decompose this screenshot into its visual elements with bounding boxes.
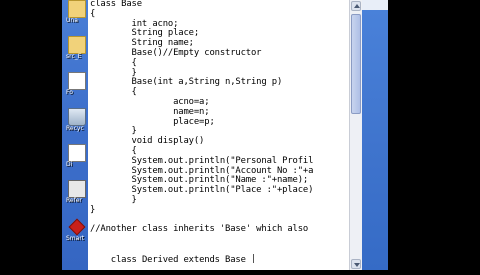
scrollbar-thumb[interactable] [351, 14, 361, 114]
vertical-scrollbar[interactable] [349, 0, 362, 270]
window-edge [362, 0, 388, 10]
desktop-icon-label: Refer [66, 197, 82, 204]
text-caret [253, 254, 254, 263]
desktop-left: Una src_E Fo Recyc Di Refer Smart [62, 0, 88, 270]
desktop-icon-label: Fo [66, 89, 73, 96]
code-editor[interactable]: class Base{ int acno; String place; Stri… [88, 0, 362, 270]
doc-icon [68, 72, 86, 90]
code-text[interactable]: class Base{ int acno; String place; Stri… [90, 0, 352, 245]
desktop-icon-label: Recyc [66, 125, 84, 132]
desktop-icon-6[interactable]: Refer [64, 180, 88, 214]
red-icon [68, 218, 86, 236]
desktop-icon-label: Una [66, 17, 78, 24]
bin-icon [68, 108, 86, 126]
app-icon [68, 180, 86, 198]
current-line-text: class Derived extends Base [110, 255, 251, 265]
desktop-icon-label: Smart [66, 235, 85, 242]
desktop-icon-4[interactable]: Recyc [64, 108, 88, 142]
desktop-icon-1[interactable]: Una [64, 0, 88, 34]
arrow-up-icon [354, 4, 360, 8]
code-line: } [90, 204, 96, 215]
folder-icon [68, 36, 86, 54]
desktop-icon-3[interactable]: Fo [64, 72, 88, 106]
code-line: //Another class inherits 'Base' which al… [90, 224, 309, 235]
desktop-icon-5[interactable]: Di [64, 144, 88, 178]
desktop-icon-2[interactable]: src_E [64, 36, 88, 70]
desktop-right [362, 0, 388, 270]
desktop-icon-label: src_E [66, 53, 82, 60]
doc-icon [68, 144, 86, 162]
scroll-up-button[interactable] [351, 1, 361, 11]
desktop-icon-label: Di [66, 161, 73, 168]
scroll-down-button[interactable] [351, 259, 361, 269]
code-line: class Base [90, 0, 142, 9]
arrow-down-icon [354, 263, 360, 267]
folder-icon [68, 0, 86, 18]
code-line: } [90, 194, 137, 205]
current-line[interactable]: class Derived extends Base [90, 244, 254, 275]
desktop-icon-7[interactable]: Smart [64, 218, 88, 252]
